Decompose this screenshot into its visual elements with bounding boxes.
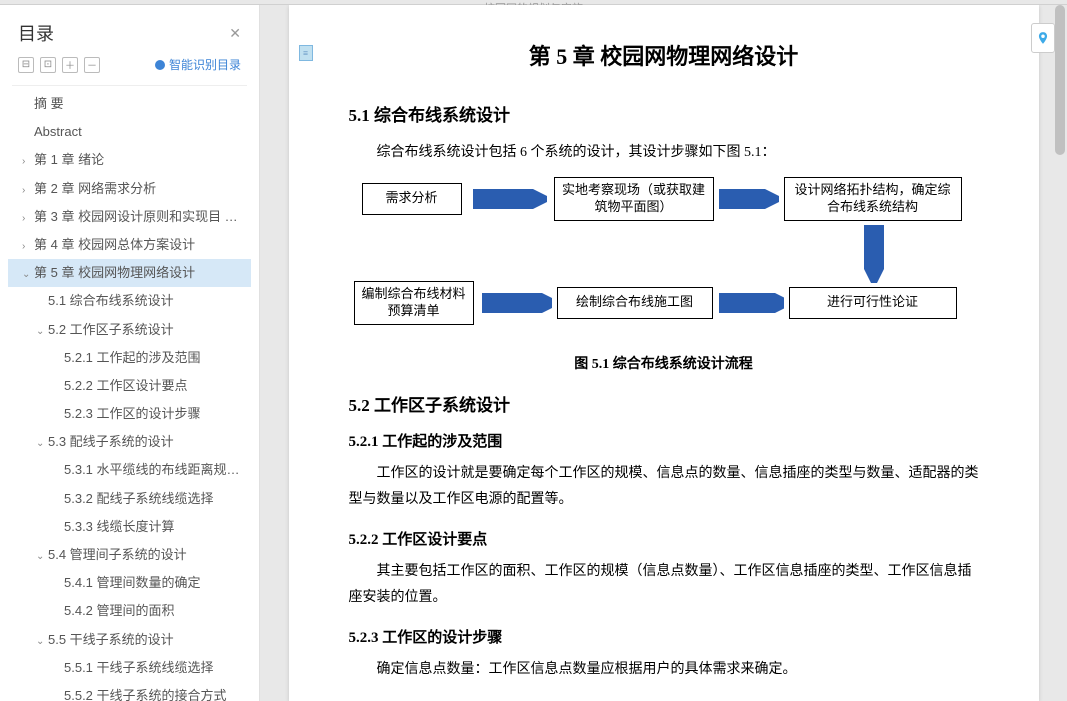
toc-item[interactable]: 5.3.3 线缆长度计算 [8, 513, 251, 541]
flow-box-6: 编制综合布线材料预算清单 [354, 281, 474, 325]
chevron-right-icon[interactable]: › [22, 155, 32, 169]
toc-item-label: 5.4 管理间子系统的设计 [48, 547, 187, 562]
toc-item[interactable]: ›第 4 章 校园网总体方案设计 [8, 231, 251, 259]
arrow-down-icon [864, 225, 884, 283]
flowchart: 需求分析 实地考察现场（或获取建筑物平面图） 设计网络拓扑结构，确定综合布线系统… [354, 177, 974, 345]
heading-5-2-2: 5.2.2 工作区设计要点 [349, 528, 979, 549]
collapse-minus-icon[interactable]: － [84, 57, 100, 73]
toc-item[interactable]: 5.5.1 干线子系统线缆选择 [8, 654, 251, 682]
chevron-down-icon[interactable]: ⌄ [36, 437, 46, 451]
content-area: ≡ 第 5 章 校园网物理网络设计 5.1 综合布线系统设计 综合布线系统设计包… [260, 5, 1067, 701]
toc-item[interactable]: ⌄5.4 管理间子系统的设计 [8, 541, 251, 569]
toc-item[interactable]: 5.2.2 工作区设计要点 [8, 372, 251, 400]
location-marker-button[interactable] [1031, 23, 1055, 53]
para-5-2-2: 其主要包括工作区的面积、工作区的规模（信息点数量）、工作区信息插座的类型、工作区… [349, 559, 979, 612]
expand-down-icon[interactable]: ⊡ [40, 57, 56, 73]
toc-item-label: 5.3.3 线缆长度计算 [64, 519, 175, 534]
toc-item[interactable]: 5.3.1 水平缆线的布线距离规… [8, 456, 251, 484]
toc-item[interactable]: ›第 1 章 绪论 [8, 146, 251, 174]
toc-item-label: Abstract [34, 124, 82, 139]
toc-item-label: 第 3 章 校园网设计原则和实现目 … [34, 209, 238, 224]
toc-item[interactable]: ⌄5.3 配线子系统的设计 [8, 428, 251, 456]
figure-caption: 图 5.1 综合布线系统设计流程 [349, 353, 979, 373]
heading-5-2-1: 5.2.1 工作起的涉及范围 [349, 430, 979, 451]
smart-label: 智能识别目录 [169, 56, 241, 73]
toc-item-label: 第 1 章 绪论 [34, 152, 104, 167]
toc-item-label: 5.5 干线子系统的设计 [48, 632, 174, 647]
chevron-down-icon[interactable]: ⌄ [36, 325, 46, 339]
chevron-down-icon[interactable]: ⌄ [36, 635, 46, 649]
toc-item[interactable]: 5.4.2 管理间的面积 [8, 597, 251, 625]
flow-box-4: 进行可行性论证 [789, 287, 957, 319]
toc-item-label: 5.4.1 管理间数量的确定 [64, 575, 201, 590]
heading-5-1: 5.1 综合布线系统设计 [349, 101, 979, 126]
flow-box-3: 设计网络拓扑结构，确定综合布线系统结构 [784, 177, 962, 221]
toc-item-label: 5.3.1 水平缆线的布线距离规… [64, 462, 240, 477]
toolbar-icons: ⊟ ⊡ ＋ － [18, 57, 100, 73]
toc-item-label: 第 2 章 网络需求分析 [34, 181, 156, 196]
collapse-icon[interactable]: ⊟ [18, 57, 34, 73]
expand-plus-icon[interactable]: ＋ [62, 57, 78, 73]
heading-5-2: 5.2 工作区子系统设计 [349, 391, 979, 416]
sidebar-header: 目录 ✕ [0, 5, 259, 56]
chapter-title: 第 5 章 校园网物理网络设计 [349, 39, 979, 71]
page-marker-icon[interactable]: ≡ [299, 45, 313, 61]
arrow-right-icon [469, 189, 547, 209]
chevron-down-icon[interactable]: ⌄ [36, 550, 46, 564]
arrow-left-icon [719, 293, 784, 313]
toc-item[interactable]: 5.2.1 工作起的涉及范围 [8, 344, 251, 372]
divider [12, 85, 247, 86]
scrollbar-thumb[interactable] [1055, 5, 1065, 155]
chevron-down-icon[interactable]: ⌄ [22, 268, 32, 282]
toc-item[interactable]: 5.3.2 配线子系统线缆选择 [8, 485, 251, 513]
sidebar-title: 目录 [18, 20, 54, 46]
toc-item-label: 5.5.2 干线子系统的接合方式 [64, 688, 227, 701]
toc-item[interactable]: ›第 2 章 网络需求分析 [8, 175, 251, 203]
toc-item[interactable]: ⌄5.2 工作区子系统设计 [8, 316, 251, 344]
flow-box-1: 需求分析 [362, 183, 462, 215]
toc-item-label: 5.4.2 管理间的面积 [64, 603, 175, 618]
smart-detect-link[interactable]: 智能识别目录 [155, 56, 241, 73]
toc-item[interactable]: 5.5.2 干线子系统的接合方式 [8, 682, 251, 701]
toc-item-label: 5.5.1 干线子系统线缆选择 [64, 660, 214, 675]
toc-list: 摘 要Abstract›第 1 章 绪论›第 2 章 网络需求分析›第 3 章 … [0, 90, 259, 701]
toc-item-label: 摘 要 [34, 96, 64, 111]
arrow-right-icon [719, 189, 779, 209]
chevron-right-icon[interactable]: › [22, 184, 32, 198]
toc-item-label: 第 5 章 校园网物理网络设计 [34, 265, 195, 280]
toc-item[interactable]: 摘 要 [8, 90, 251, 118]
toc-item-label: 5.2.1 工作起的涉及范围 [64, 350, 201, 365]
chevron-right-icon[interactable]: › [22, 240, 32, 254]
toc-item[interactable]: 5.2.3 工作区的设计步骤 [8, 400, 251, 428]
toc-item-label: 5.1 综合布线系统设计 [48, 293, 174, 308]
toc-item-label: 5.2 工作区子系统设计 [48, 322, 174, 337]
heading-5-2-3: 5.2.3 工作区的设计步骤 [349, 626, 979, 647]
para-5-1: 综合布线系统设计包括 6 个系统的设计，其设计步骤如下图 5.1： [349, 140, 979, 167]
para-5-2-1: 工作区的设计就是要确定每个工作区的规模、信息点的数量、信息插座的类型与数量、适配… [349, 461, 979, 514]
flow-box-5: 绘制综合布线施工图 [557, 287, 713, 319]
toc-item[interactable]: ⌄第 5 章 校园网物理网络设计 [8, 259, 251, 287]
smart-dot-icon [155, 60, 165, 70]
toc-sidebar: 目录 ✕ ⊟ ⊡ ＋ － 智能识别目录 摘 要Abstract›第 1 章 绪论… [0, 5, 260, 701]
toc-item[interactable]: Abstract [8, 118, 251, 146]
toc-item[interactable]: 5.1 综合布线系统设计 [8, 287, 251, 315]
arrow-left-icon [480, 293, 552, 313]
chevron-right-icon[interactable]: › [22, 212, 32, 226]
toc-item-label: 第 4 章 校园网总体方案设计 [34, 237, 195, 252]
toc-item[interactable]: ⌄5.5 干线子系统的设计 [8, 626, 251, 654]
toc-item-label: 5.3.2 配线子系统线缆选择 [64, 491, 214, 506]
toc-item-label: 5.3 配线子系统的设计 [48, 434, 174, 449]
flow-box-2: 实地考察现场（或获取建筑物平面图） [554, 177, 714, 221]
toc-item[interactable]: 5.4.1 管理间数量的确定 [8, 569, 251, 597]
toc-item-label: 5.2.2 工作区设计要点 [64, 378, 188, 393]
para-5-2-3: 确定信息点数量：工作区信息点数量应根据用户的具体需求来确定。 [349, 657, 979, 684]
document-page: ≡ 第 5 章 校园网物理网络设计 5.1 综合布线系统设计 综合布线系统设计包… [289, 5, 1039, 701]
sidebar-toolbar: ⊟ ⊡ ＋ － 智能识别目录 [0, 56, 259, 81]
close-icon[interactable]: ✕ [229, 25, 241, 42]
toc-item-label: 5.2.3 工作区的设计步骤 [64, 406, 201, 421]
toc-item[interactable]: ›第 3 章 校园网设计原则和实现目 … [8, 203, 251, 231]
map-pin-icon [1036, 29, 1050, 47]
